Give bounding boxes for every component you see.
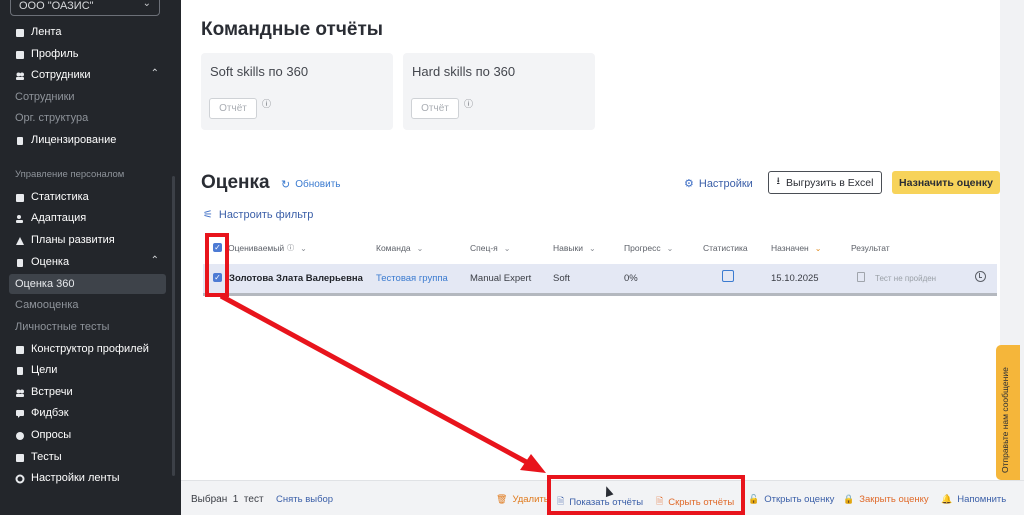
annotation-arrow	[219, 293, 546, 473]
annotation-arrow-line	[219, 293, 532, 467]
